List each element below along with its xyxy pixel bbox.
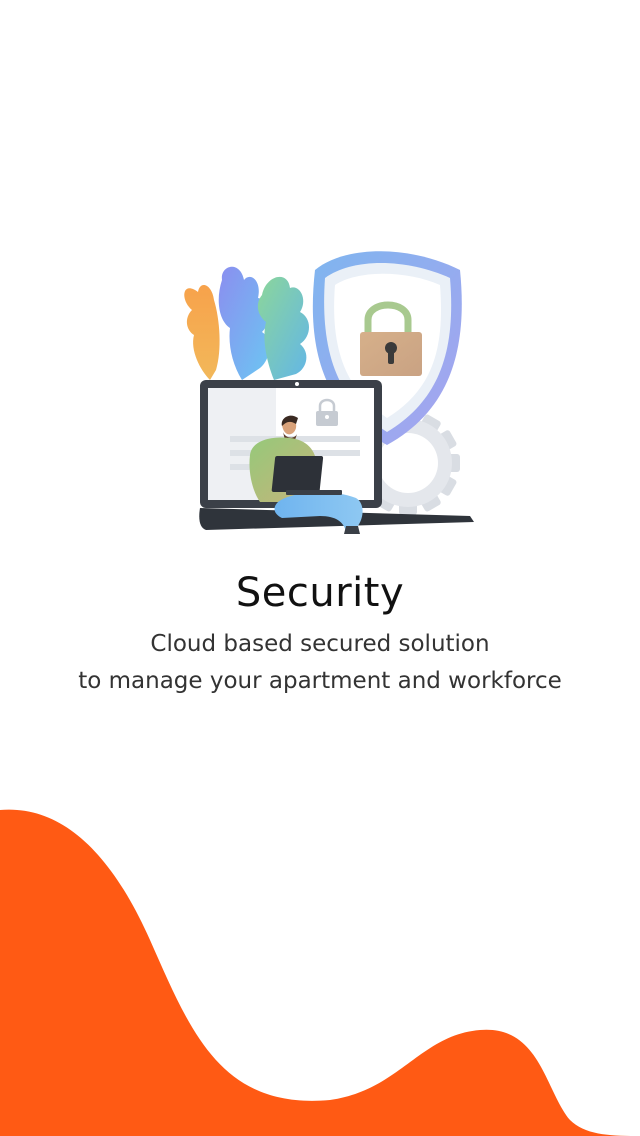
onboarding-screen: Security Cloud based secured solution to…	[0, 0, 640, 1136]
orange-wave-decoration	[0, 809, 640, 1136]
page-subtitle: Cloud based secured solution to manage y…	[0, 626, 640, 700]
leaf-decoration	[184, 266, 309, 380]
security-illustration	[184, 251, 474, 534]
subtitle-line-1: Cloud based secured solution	[150, 631, 490, 657]
page-title: Security	[235, 570, 405, 616]
subtitle-line-2: to manage your apartment and workforce	[78, 668, 562, 694]
